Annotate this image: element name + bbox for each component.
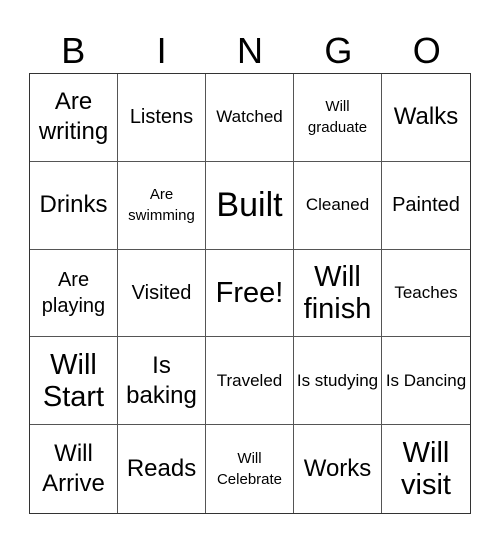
- bingo-cell-label: Are playing: [41, 268, 106, 317]
- bingo-cell-label: Will Start: [42, 348, 105, 413]
- header-letter-g: G: [324, 30, 353, 71]
- bingo-cell[interactable]: Will Celebrate: [206, 425, 294, 513]
- bingo-cell-label: Painted: [392, 194, 460, 217]
- bingo-cell[interactable]: Teaches: [382, 250, 470, 338]
- bingo-cell[interactable]: Will finish: [294, 249, 382, 338]
- bingo-cell-label: Traveled: [216, 370, 283, 390]
- bingo-cell[interactable]: Will Start: [30, 337, 118, 426]
- bingo-header: B I N G O: [29, 30, 471, 72]
- header-letter-o: O: [412, 30, 441, 71]
- bingo-cell[interactable]: Will graduate: [294, 74, 382, 162]
- bingo-cell[interactable]: Painted: [382, 162, 470, 250]
- bingo-cell[interactable]: Built: [206, 161, 294, 250]
- bingo-cell[interactable]: Watched: [206, 74, 294, 162]
- bingo-cell-label: Reads: [126, 455, 197, 483]
- bingo-cell[interactable]: Works: [294, 425, 382, 513]
- header-letter-n: N: [236, 30, 263, 71]
- free-space-cell[interactable]: Free!: [206, 249, 294, 338]
- bingo-cell-label: Built: [216, 186, 283, 225]
- bingo-cell-label: Will Celebrate: [216, 450, 283, 489]
- bingo-cell-label: Is baking: [126, 351, 197, 409]
- bingo-cell-label: Drinks: [39, 191, 108, 219]
- bingo-cell-label: Will finish: [303, 260, 372, 325]
- bingo-cell[interactable]: Are playing: [30, 249, 118, 338]
- header-letter-b: B: [61, 30, 86, 71]
- bingo-cell[interactable]: Visited: [118, 249, 206, 338]
- bingo-cell[interactable]: Will Arrive: [30, 425, 118, 513]
- bingo-cell-label: Are writing: [38, 88, 109, 146]
- bingo-cell[interactable]: Will visit: [382, 425, 470, 513]
- bingo-cell-label: Works: [303, 455, 372, 483]
- bingo-cell-label: Walks: [393, 103, 459, 131]
- bingo-cell[interactable]: Are swimming: [118, 161, 206, 250]
- bingo-cell[interactable]: Drinks: [30, 161, 118, 250]
- bingo-cell-label: Free!: [215, 276, 284, 309]
- bingo-cell-label: Will graduate: [307, 98, 368, 137]
- bingo-cell[interactable]: Listens: [118, 74, 206, 162]
- bingo-cell-label: Visited: [131, 281, 192, 304]
- bingo-cell[interactable]: Is studying: [294, 337, 382, 426]
- bingo-cell[interactable]: Walks: [382, 74, 470, 162]
- bingo-cell[interactable]: Cleaned: [294, 161, 382, 250]
- bingo-cell[interactable]: Is Dancing: [382, 337, 470, 426]
- bingo-cell[interactable]: Reads: [118, 425, 206, 513]
- bingo-cell-label: Teaches: [394, 282, 458, 302]
- bingo-cell-label: Are swimming: [128, 186, 195, 225]
- bingo-cell-label: Will visit: [401, 437, 451, 502]
- bingo-cell-label: Is Dancing: [385, 370, 467, 390]
- bingo-cell[interactable]: Are writing: [30, 74, 118, 162]
- bingo-card-grid: Are writing Listens Watched Will graduate Wa…: [29, 73, 471, 514]
- bingo-cell-label: Listens: [129, 106, 194, 129]
- bingo-cell[interactable]: Is baking: [118, 337, 206, 426]
- bingo-cell-label: Watched: [216, 107, 283, 127]
- header-letter-i: I: [156, 30, 167, 71]
- bingo-cell[interactable]: Traveled: [206, 337, 294, 426]
- bingo-cell-label: Will Arrive: [42, 440, 105, 498]
- bingo-cell-label: Is studying: [296, 370, 379, 390]
- bingo-cell-label: Cleaned: [305, 195, 370, 215]
